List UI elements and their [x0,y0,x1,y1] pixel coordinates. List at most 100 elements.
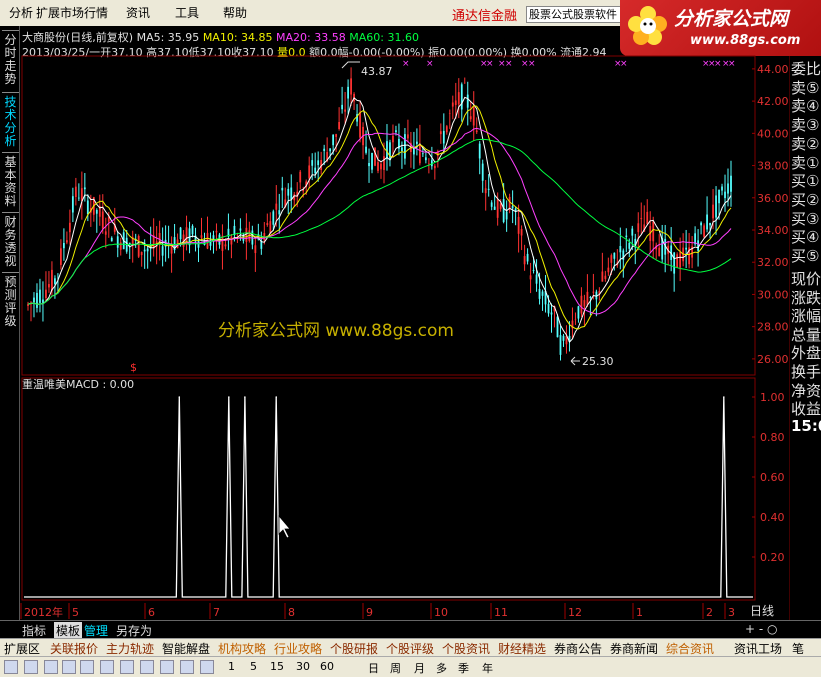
x-axis-label: 3 [728,606,735,619]
tool-icon[interactable] [44,660,58,674]
price-tick-label: 32.00 [757,256,789,269]
info-link[interactable]: 行业攻略 [274,640,322,657]
side-panel-label: 买⑤ [791,247,820,265]
period-button[interactable]: 1 [228,660,235,673]
period-button[interactable]: 60 [320,660,334,673]
tool-icon[interactable] [180,660,194,674]
info-link[interactable]: 资讯工场 [734,640,782,657]
tool-icon[interactable] [120,660,134,674]
info-link[interactable]: 主力轨迹 [106,640,154,657]
info-link[interactable]: 扩展区 [4,640,40,657]
tool-icon[interactable] [24,660,38,674]
bottom-tab[interactable]: 指标 [22,622,46,639]
signal-mark: × [528,59,536,69]
price-tick-label: 38.00 [757,160,789,173]
macd-spike-point [723,396,725,398]
signal-mark: × [620,59,628,69]
info-link[interactable]: 个股资讯 [442,640,490,657]
low-marker-arrow [570,356,580,366]
macd-spike-point [275,396,278,398]
side-panel-label: 15:0 [791,416,821,435]
info-link[interactable]: 机构攻略 [218,640,266,657]
period-label[interactable]: 日线 [750,604,774,618]
price-tick-label: 30.00 [757,288,789,301]
x-axis-label: 7 [213,606,220,619]
template-tab-bar: + - ○ 指标 模板 管理 另存为 [0,620,821,639]
bottom-tab[interactable]: 模板 [54,622,83,639]
tool-icon[interactable] [80,660,94,674]
tool-icon[interactable] [4,660,18,674]
period-button[interactable]: 30 [296,660,310,673]
indicator-tick-label: 0.40 [760,511,785,524]
bottom-tab[interactable]: 管理 [84,622,108,639]
high-marker-label: 43.87 [361,65,393,78]
period-button[interactable]: 季 [458,660,469,676]
info-link[interactable]: 智能解盘 [162,640,210,657]
x-axis-label: 2012年 [24,605,63,619]
x-axis-label: 5 [72,606,79,619]
signal-mark: × [402,59,410,69]
indicator-frame [21,377,756,601]
info-link[interactable]: 券商公告 [554,640,602,657]
macd-spike-point [244,396,246,398]
indicator-chart[interactable] [24,396,753,598]
indicator-tick-label: 1.00 [760,391,785,404]
info-link[interactable]: 笔 [792,640,804,657]
x-axis-label: 11 [494,606,508,619]
signal-mark: × [426,59,434,69]
period-button[interactable]: 年 [482,660,493,676]
info-link[interactable]: 综合资讯 [666,640,714,657]
info-link[interactable]: 个股研报 [330,640,378,657]
macd-spike-point [228,396,230,398]
info-link[interactable]: 券商新闻 [610,640,658,657]
zoom-controls[interactable]: + - ○ [745,622,777,636]
x-axis-label: 12 [568,606,582,619]
indicator-title: 重温唯美MACD : 0.00 [22,377,134,391]
x-axis-label: 8 [288,606,295,619]
ma60-line [27,138,732,305]
macd-signal-line [24,396,753,598]
price-tick-label: 34.00 [757,224,789,237]
x-axis-label: 6 [148,606,155,619]
period-button[interactable]: 周 [390,660,401,676]
tool-icon[interactable] [140,660,154,674]
tool-icon[interactable] [62,660,76,674]
info-link[interactable]: 个股评级 [386,640,434,657]
signal-mark: × [505,59,513,69]
watermark: 分析家公式网 www.88gs.com [218,321,454,341]
price-tick-label: 36.00 [757,192,789,205]
low-marker-label: 25.30 [582,355,614,368]
macd-spike-point [178,396,181,398]
tool-icon[interactable] [100,660,114,674]
period-button[interactable]: 月 [414,660,425,676]
info-link[interactable]: 关联报价 [50,640,98,657]
indicator-tick-label: 0.80 [760,431,785,444]
x-axis-label: 10 [434,606,448,619]
info-link[interactable]: 财经精选 [498,640,546,657]
quote-side-panel: 委比 卖⑤ 卖④ 卖③ 卖② 卖① 买① 买② 买③ 买④ 买⑤ 现价 涨跌 涨幅 总量 外盘 换手 净资 收益 15… [790,56,821,622]
period-button[interactable]: 5 [250,660,257,673]
price-tick-label: 26.00 [757,353,789,366]
signal-mark: × [714,59,722,69]
signal-mark: × [486,59,494,69]
indicator-tick-label: 0.20 [760,551,785,564]
ma20-line [27,127,732,315]
chart-area[interactable]: 43.8725.30$× × ×× × × × × ×× ××× ×× 44.0042.0040.… [0,0,821,677]
tool-icon[interactable] [200,660,214,674]
bottom-tab[interactable]: 另存为 [116,622,152,639]
period-button[interactable]: 多 [436,660,447,676]
price-tick-label: 44.00 [757,63,789,76]
x-axis-label: 9 [366,606,373,619]
tool-icon[interactable] [160,660,174,674]
period-button[interactable]: 15 [270,660,284,673]
ma5-line [27,96,732,344]
x-axis-label: 2 [706,606,713,619]
high-marker-arrow [341,61,360,69]
price-tick-label: 28.00 [757,321,789,334]
dollar-marker: $ [130,361,137,374]
period-toolbar: 1 5 15 30 60 日周月多季年 [0,656,821,677]
indicator-tick-label: 0.60 [760,471,785,484]
period-button[interactable]: 日 [368,660,379,676]
ma10-line [27,105,732,330]
signal-mark: × [728,59,736,69]
